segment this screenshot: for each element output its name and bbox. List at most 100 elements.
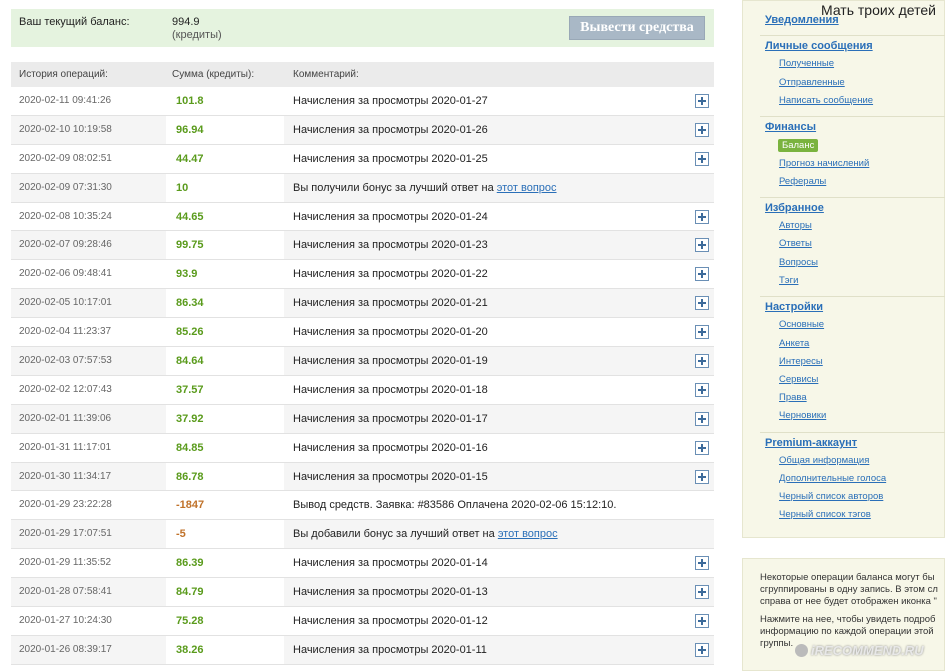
expand-plus-icon[interactable]	[695, 325, 709, 340]
table-row: 2020-02-07 09:28:46 99.75 Начисления за пр…	[11, 231, 714, 261]
row-date: 2020-01-30 11:34:17	[19, 470, 112, 482]
expand-plus-icon[interactable]	[695, 238, 709, 253]
table-row: 2020-01-26 08:39:17 38.26 Начисления за пр…	[11, 635, 714, 665]
sidebar-item[interactable]: Анкета	[779, 338, 809, 349]
row-comment-text: Начисления за просмотры 2020-01-20	[293, 326, 488, 339]
expand-plus-icon[interactable]	[695, 556, 709, 571]
sidebar-item[interactable]: Рефералы	[779, 176, 826, 187]
row-sum: 44.65	[176, 210, 204, 223]
expand-plus-icon[interactable]	[695, 411, 709, 426]
watermark-logo-icon	[795, 644, 808, 657]
expand-plus-icon[interactable]	[695, 296, 709, 311]
row-comment-text: Вы добавили бонус за лучший ответ на	[293, 528, 498, 541]
expand-plus-icon[interactable]	[695, 440, 709, 455]
row-date: 2020-02-07 09:28:46	[19, 239, 112, 251]
row-comment: Начисления за просмотры 2020-01-25	[293, 153, 488, 165]
table-row: 2020-02-09 07:31:30 10 Вы получили бонус з…	[11, 173, 714, 203]
sidebar-section-title[interactable]: Личные сообщения	[765, 40, 873, 52]
table-row: 2020-01-29 23:22:28 -1847 Вывод средств. З…	[11, 491, 714, 521]
sidebar-item[interactable]: Дополнительные голоса	[779, 473, 886, 484]
row-date: 2020-01-29 23:22:28	[19, 499, 112, 511]
table-row: 2020-02-11 09:41:26 101.8 Начисления за пр…	[11, 87, 714, 116]
expand-plus-icon[interactable]	[695, 122, 709, 137]
sidebar-item[interactable]: Авторы	[779, 220, 812, 231]
sidebar-item[interactable]: Сервисы	[779, 374, 818, 385]
table-row: 2020-02-06 09:48:41 93.9 Начисления за про…	[11, 260, 714, 290]
row-sum: 37.57	[176, 383, 204, 396]
row-sum: 99.75	[176, 239, 204, 252]
sidebar-item[interactable]: Вопросы	[779, 257, 818, 268]
row-date: 2020-02-06 09:48:41	[19, 268, 112, 280]
question-link[interactable]: этот вопрос	[497, 182, 557, 194]
row-sum: 84.64	[176, 355, 204, 368]
row-comment: Начисления за просмотры 2020-01-15	[293, 471, 488, 483]
sidebar-item[interactable]: Интересы	[779, 356, 823, 367]
row-comment: Вы получили бонус за лучший ответ на это…	[293, 182, 557, 194]
row-comment-text: Начисления за просмотры 2020-01-27	[293, 95, 488, 107]
expand-plus-icon[interactable]	[695, 614, 709, 629]
info-line: сгруппированы в одну запись. В этом сл	[760, 584, 938, 595]
row-sum: 101.8	[176, 95, 204, 107]
sidebar-item[interactable]: Черный список авторов	[779, 491, 883, 502]
sidebar-item[interactable]: Полученные	[779, 58, 834, 69]
row-comment-text: Начисления за просмотры 2020-01-24	[293, 210, 488, 223]
sidebar-section-title[interactable]: Избранное	[765, 202, 824, 214]
sidebar-item[interactable]: Прогноз начислений	[779, 158, 869, 169]
sidebar-item[interactable]: Ответы	[779, 238, 812, 249]
sidebar-item[interactable]: Написать сообщение	[779, 95, 873, 106]
expand-plus-icon[interactable]	[695, 354, 709, 369]
row-date: 2020-01-26 08:39:17	[19, 643, 112, 655]
row-date: 2020-01-28 07:58:41	[19, 586, 112, 598]
sidebar-item[interactable]: Черный список тэгов	[779, 509, 871, 520]
row-date: 2020-02-09 08:02:51	[19, 152, 112, 164]
row-comment-text: Начисления за просмотры 2020-01-13	[293, 586, 488, 599]
sidebar-item[interactable]: Отправленные	[779, 77, 845, 88]
question-link[interactable]: этот вопрос	[498, 528, 558, 540]
row-comment: Начисления за просмотры 2020-01-16	[293, 442, 488, 454]
expand-plus-icon[interactable]	[695, 267, 709, 282]
table-row: 2020-01-28 07:58:41 84.79 Начисления за пр…	[11, 578, 714, 608]
expand-plus-icon[interactable]	[695, 585, 709, 600]
table-header: История операций: Сумма (кредиты): Комме…	[11, 62, 714, 87]
sidebar-item[interactable]: Баланс	[778, 139, 819, 152]
table-row: 2020-01-31 11:17:01 84.85 Начисления за пр…	[11, 433, 714, 463]
row-sum: 86.78	[176, 470, 204, 483]
row-comment-text: Вывод средств. Заявка: #83586 Оплачена 2…	[293, 499, 617, 512]
expand-plus-icon[interactable]	[695, 151, 709, 166]
sidebar-section-title[interactable]: Уведомления	[765, 14, 839, 26]
sidebar-item[interactable]: Основные	[779, 319, 824, 330]
expand-plus-icon[interactable]	[695, 209, 709, 224]
table-row: 2020-01-29 11:35:52 86.39 Начисления за пр…	[11, 549, 714, 579]
table-body: 2020-02-11 09:41:26 101.8 Начисления за пр…	[11, 87, 714, 665]
info-line: группы.	[760, 638, 794, 649]
row-comment: Начисления за просмотры 2020-01-13	[293, 586, 488, 598]
balance-unit: (кредиты)	[172, 29, 222, 41]
withdraw-button[interactable]: Вывести средства	[569, 16, 705, 40]
row-sum: -1847	[176, 499, 205, 512]
expand-plus-icon[interactable]	[695, 94, 709, 108]
balance-panel: Ваш текущий баланс: 994.9 (кредиты) Выве…	[11, 9, 714, 47]
expand-plus-icon[interactable]	[695, 469, 709, 484]
table-row: 2020-02-05 10:17:01 86.34 Начисления за пр…	[11, 289, 714, 319]
expand-plus-icon[interactable]	[695, 382, 709, 397]
sidebar-item[interactable]: Тэги	[779, 275, 798, 286]
balance-label: Ваш текущий баланс:	[19, 16, 130, 28]
sidebar-section-title[interactable]: Premium-аккаунт	[765, 437, 857, 449]
header-sum: Сумма (кредиты):	[172, 69, 255, 80]
row-date: 2020-02-04 11:23:37	[19, 326, 112, 338]
sidebar-section-title[interactable]: Настройки	[765, 301, 823, 313]
row-comment: Начисления за просмотры 2020-01-23	[293, 239, 488, 251]
table-row: 2020-02-10 10:19:58 96.94 Начисления за пр…	[11, 115, 714, 145]
header-history: История операций:	[19, 69, 108, 80]
row-date: 2020-02-09 07:31:30	[19, 181, 112, 193]
sidebar-section-title[interactable]: Финансы	[765, 121, 816, 133]
expand-plus-icon[interactable]	[695, 642, 709, 657]
row-date: 2020-02-10 10:19:58	[19, 123, 112, 135]
row-sum: -5	[176, 528, 186, 541]
row-comment-text: Начисления за просмотры 2020-01-16	[293, 441, 488, 454]
row-sum: 10	[176, 181, 189, 194]
sidebar-item[interactable]: Права	[779, 392, 807, 403]
sidebar-item[interactable]: Общая информация	[779, 455, 869, 466]
row-date: 2020-02-05 10:17:01	[19, 297, 112, 309]
sidebar-item[interactable]: Черновики	[779, 410, 826, 421]
